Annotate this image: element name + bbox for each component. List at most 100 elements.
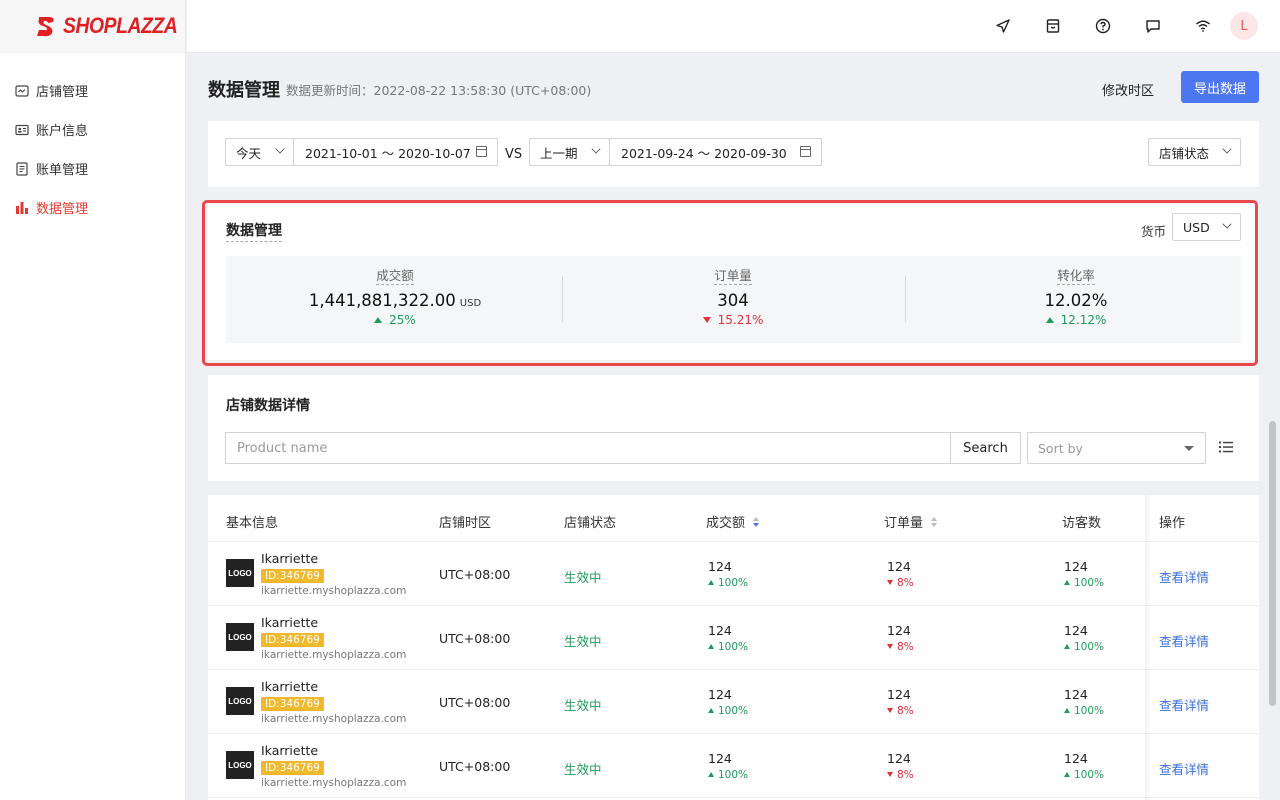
wifi-icon[interactable]: [1178, 12, 1228, 40]
sort-icon[interactable]: [931, 516, 938, 527]
delta-value: 100%: [718, 641, 749, 653]
delta-value: 100%: [1074, 577, 1105, 589]
stat-conversion: 转化率 12.02% 12.12%: [907, 256, 1245, 343]
currency-value: USD: [1183, 219, 1210, 235]
store-status: 生效中: [564, 762, 602, 777]
page-scrollbar[interactable]: [1269, 421, 1276, 706]
avatar[interactable]: L: [1230, 12, 1258, 40]
store-name: Ikarriette: [261, 743, 319, 758]
orders-cell: 124 8%: [887, 623, 914, 653]
col-actions: 操作: [1159, 516, 1186, 531]
col-timezone: 店铺时区: [439, 516, 492, 531]
store-status-select[interactable]: 店铺状态: [1148, 138, 1241, 166]
store-timezone: UTC+08:00: [439, 759, 511, 774]
stat-number: 1,441,881,322.00: [308, 291, 456, 310]
table-header: 基本信息 店铺时区 店铺状态 成交额 订单量 访客数 操作: [208, 495, 1259, 542]
stat-label: 转化率: [1057, 268, 1095, 285]
visitors-cell: 124 100%: [1064, 751, 1104, 781]
view-details-link[interactable]: 查看详情: [1159, 631, 1209, 650]
orders-cell: 124 8%: [887, 559, 914, 589]
delta-value: 8%: [897, 705, 914, 717]
product-search-input[interactable]: [225, 432, 950, 464]
navigate-icon[interactable]: [978, 12, 1028, 40]
delta-value: 8%: [897, 769, 914, 781]
sidebar-item-bills[interactable]: 账单管理: [0, 149, 185, 188]
chevron-down-icon: [1222, 219, 1232, 229]
trend-up-icon: [374, 317, 383, 323]
compare-date-range-picker[interactable]: 2021-09-24 ～ 2020-09-30: [609, 138, 822, 166]
store-name: Ikarriette: [261, 679, 319, 694]
stat-number: 12.02%: [1044, 291, 1108, 310]
metric-value: 124: [887, 687, 911, 702]
currency-label: 货币: [1141, 224, 1167, 239]
metric-delta: 100%: [708, 641, 748, 653]
currency-select[interactable]: USD: [1172, 213, 1241, 241]
sidebar: SHOPLAZZA 店铺管理 账户信息 账单管理 数据管理: [0, 0, 186, 800]
stat-value: 12.02%: [907, 291, 1245, 310]
search-button[interactable]: Search: [950, 432, 1021, 464]
sidebar-item-data[interactable]: 数据管理: [0, 188, 185, 227]
store-id-badge: ID:346769: [261, 633, 324, 647]
stats-summary: 成交额 1,441,881,322.00 USD 25% 订单量 304 15.2…: [226, 256, 1241, 343]
stat-label: 订单量: [714, 268, 752, 285]
sidebar-item-store[interactable]: 店铺管理: [0, 71, 185, 110]
list-view-icon[interactable]: [1219, 440, 1233, 454]
stat-label: 成交额: [376, 268, 414, 285]
metric-delta: 100%: [1064, 641, 1104, 653]
metric-delta: 8%: [887, 705, 914, 717]
trend-up-icon: [1045, 317, 1054, 323]
delta-value: 15.21%: [717, 313, 764, 327]
trend-down-icon: [702, 317, 711, 323]
view-details-link[interactable]: 查看详情: [1159, 695, 1209, 714]
store-timezone: UTC+08:00: [439, 567, 511, 582]
brand-logo[interactable]: SHOPLAZZA: [0, 0, 185, 53]
col-gmv[interactable]: 成交额: [706, 512, 760, 531]
stat-number: 304: [717, 291, 749, 310]
store-logo: LOGO: [226, 623, 254, 651]
gmv-cell: 124 100%: [708, 559, 748, 589]
store-logo: LOGO: [226, 559, 254, 587]
metric-value: 124: [708, 751, 732, 766]
compare-period-select[interactable]: 上一期: [529, 138, 610, 166]
search-card: 店铺数据详情 Search Sort by: [208, 375, 1259, 481]
metric-value: 124: [887, 751, 911, 766]
sort-icon[interactable]: [753, 516, 760, 527]
page-title: 数据管理: [208, 80, 280, 101]
gmv-cell: 124 100%: [708, 623, 748, 653]
delta-value: 100%: [1074, 641, 1105, 653]
store-url: ikarriette.myshoplazza.com: [261, 777, 407, 789]
stat-value: 304: [564, 291, 902, 310]
date-range-value: 2021-10-01 ～ 2020-10-07: [305, 145, 471, 161]
trend-up-icon: [1064, 644, 1070, 649]
stats-card: 数据管理 货币 USD 成交额 1,441,881,322.00 USD 25% …: [208, 203, 1259, 360]
sort-by-select[interactable]: Sort by: [1027, 432, 1206, 464]
help-icon[interactable]: [1078, 12, 1128, 40]
metric-delta: 100%: [1064, 769, 1104, 781]
date-range-picker[interactable]: 2021-10-01 ～ 2020-10-07: [293, 138, 498, 166]
period-select[interactable]: 今天: [225, 138, 294, 166]
trend-up-icon: [708, 708, 714, 713]
view-details-link[interactable]: 查看详情: [1159, 759, 1209, 778]
sidebar-item-account[interactable]: 账户信息: [0, 110, 185, 149]
metric-delta: 100%: [1064, 577, 1104, 589]
trend-up-icon: [1064, 580, 1070, 585]
col-label: 成交额: [706, 516, 746, 531]
stat-delta: 12.12%: [907, 313, 1245, 327]
view-details-link[interactable]: 查看详情: [1159, 567, 1209, 586]
delta-value: 100%: [718, 705, 749, 717]
store-timezone: UTC+08:00: [439, 695, 511, 710]
delta-value: 8%: [897, 577, 914, 589]
sidebar-item-label: 数据管理: [36, 202, 89, 217]
message-icon[interactable]: [1128, 12, 1178, 40]
store-status: 生效中: [564, 570, 602, 585]
store-url: ikarriette.myshoplazza.com: [261, 649, 407, 661]
col-orders[interactable]: 订单量: [884, 512, 938, 531]
id-card-icon: [15, 123, 29, 137]
delta-value: 12.12%: [1060, 313, 1107, 327]
shop-icon[interactable]: [1028, 12, 1078, 40]
change-timezone-link[interactable]: 修改时区: [1102, 80, 1154, 99]
col-visitors: 访客数: [1062, 516, 1102, 531]
export-data-button[interactable]: 导出数据: [1181, 71, 1259, 103]
store-status-value: 店铺状态: [1159, 145, 1210, 161]
bill-icon: [15, 161, 29, 176]
